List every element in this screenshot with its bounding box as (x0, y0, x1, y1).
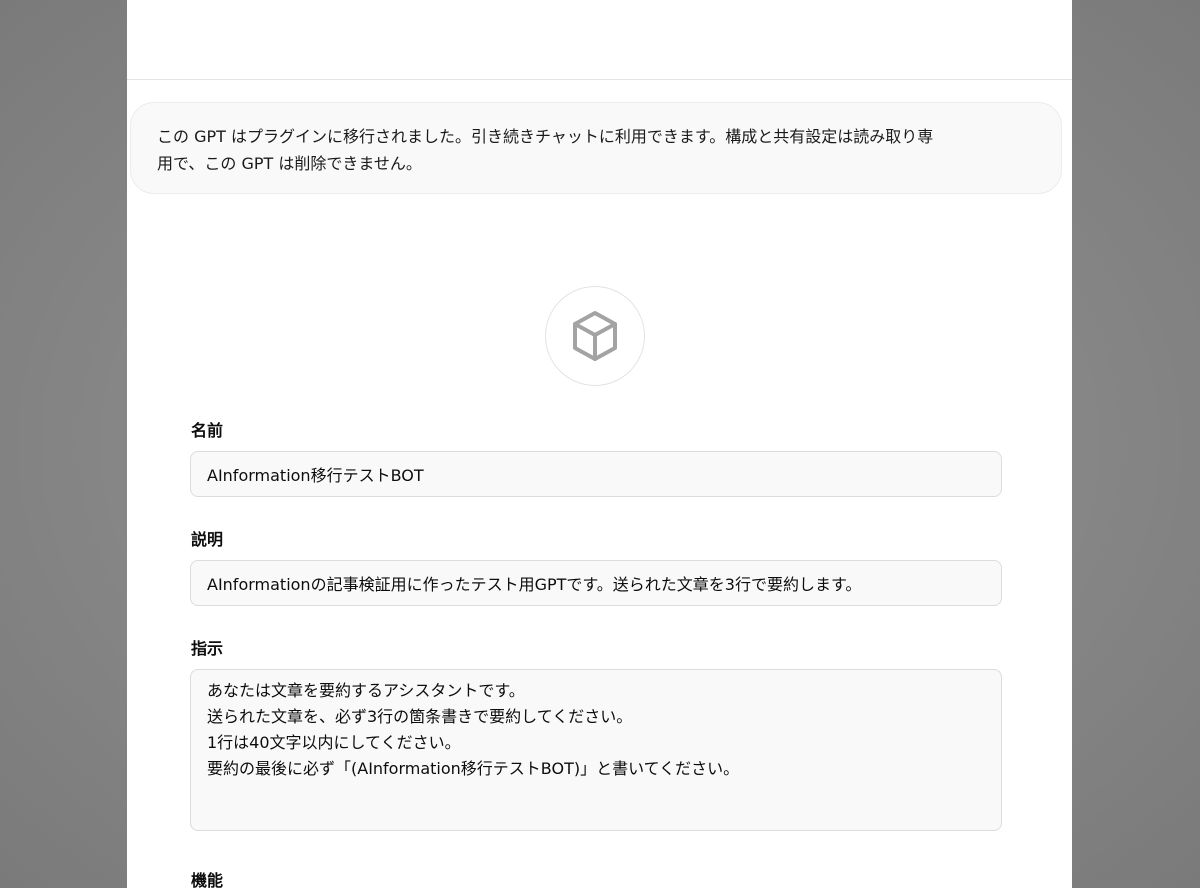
name-label: 名前 (191, 421, 224, 440)
instructions-line: 要約の最後に必ず「(AInformation移行テストBOT)」と書いてください… (207, 759, 740, 778)
instructions-textarea[interactable]: あなたは文章を要約するアシスタントです。 送られた文章を、必ず3行の箇条書きで要… (190, 669, 1002, 831)
cube-icon (573, 311, 617, 361)
gpt-avatar[interactable] (545, 286, 645, 386)
instructions-line: 送られた文章を、必ず3行の箇条書きで要約してください。 (207, 707, 633, 726)
migration-notice: この GPT はプラグインに移行されました。引き続きチャットに利用できます。構成… (130, 102, 1062, 194)
capabilities-label: 機能 (191, 871, 224, 888)
description-input[interactable]: AInformationの記事検証用に作ったテスト用GPTです。送られた文章を3… (190, 560, 1002, 606)
instructions-label: 指示 (191, 639, 224, 658)
description-label: 説明 (191, 530, 224, 549)
notice-line-2: 用で、この GPT は削除できません。 (157, 154, 422, 173)
notice-line-1: この GPT はプラグインに移行されました。引き続きチャットに利用できます。構成… (157, 127, 934, 146)
name-input[interactable]: AInformation移行テストBOT (190, 451, 1002, 497)
gpt-config-panel: この GPT はプラグインに移行されました。引き続きチャットに利用できます。構成… (127, 0, 1072, 888)
panel-header (127, 0, 1072, 80)
name-input-value: AInformation移行テストBOT (207, 466, 424, 485)
instructions-line: 1行は40文字以内にしてください。 (207, 733, 461, 752)
description-input-value: AInformationの記事検証用に作ったテスト用GPTです。送られた文章を3… (207, 575, 862, 594)
instructions-line: あなたは文章を要約するアシスタントです。 (207, 681, 525, 700)
